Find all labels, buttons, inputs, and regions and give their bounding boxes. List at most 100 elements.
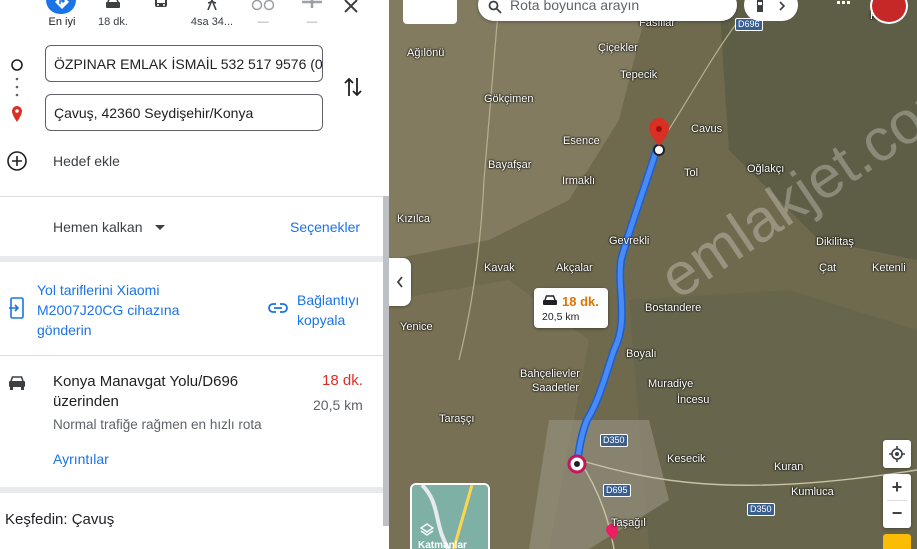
place-cat: Çat: [819, 262, 837, 274]
place-ketenli: Ketenli: [872, 262, 906, 274]
send-line-2: M2007J20CG cihazına: [37, 302, 180, 318]
send-to-phone-icon: [9, 297, 24, 319]
send-line-3: gönderin: [37, 322, 92, 338]
place-saadetler: Saadetler: [532, 382, 580, 394]
mode-best-label: En iyi: [48, 16, 76, 28]
search-icon: [488, 0, 502, 14]
divider: [0, 196, 389, 197]
car-icon: [543, 295, 557, 305]
place-boyali: Boyalı: [626, 348, 657, 360]
place-oglakci: Oğlakçı: [747, 163, 785, 175]
place-gevrekli: Gevrekli: [609, 235, 650, 247]
place-cicekler: Çiçekler: [598, 42, 638, 54]
travel-mode-bar: En iyi 18 dk. 4sa 34... — —: [0, 0, 389, 32]
car-icon: [9, 376, 25, 390]
zoom-controls: + −: [883, 474, 911, 528]
route-traffic-note: Normal trafiğe rağmen en hızlı rota: [53, 417, 262, 432]
divider: [0, 355, 383, 356]
mode-bicycle-label: —: [257, 16, 269, 28]
mode-car[interactable]: 18 dk.: [96, 0, 130, 28]
add-destination-icon[interactable]: [6, 150, 28, 172]
layers-button[interactable]: Katmanlar: [410, 483, 490, 549]
close-directions-button[interactable]: [343, 0, 359, 20]
layers-label: Katmanlar: [418, 540, 467, 549]
zoom-out-button[interactable]: −: [883, 501, 911, 527]
swap-icon[interactable]: [343, 76, 363, 98]
mode-flight[interactable]: —: [298, 0, 326, 28]
waypoint-connector-icon: [11, 59, 23, 122]
place-bahcelievler: Bahçelievler: [520, 368, 580, 380]
route-duration: 18 dk.: [322, 372, 363, 389]
apps-icon[interactable]: [837, 0, 851, 6]
road-d350: D350: [747, 503, 775, 516]
place-akcalar: Akçalar: [556, 262, 593, 274]
route-distance: 20,5 km: [313, 397, 363, 413]
collapse-panel-button[interactable]: [389, 258, 411, 306]
place-tol: Tol: [684, 167, 699, 179]
mode-walk-label: 4sa 34...: [190, 16, 234, 28]
close-icon: [344, 0, 358, 13]
pegman-street-view-button[interactable]: [883, 534, 911, 549]
bicycle-icon: [251, 0, 275, 11]
route-name: Konya Manavgat Yolu/D696: [53, 373, 239, 390]
place-agilonu: Ağılönü: [407, 47, 445, 59]
details-button[interactable]: Ayrıntılar: [53, 451, 109, 467]
place-esence: Esence: [563, 135, 600, 147]
place-kizilca: Kızılca: [397, 213, 431, 225]
chevron-left-icon: [396, 276, 403, 288]
my-location-button[interactable]: [883, 440, 911, 468]
best-route-icon: [55, 0, 69, 9]
mode-best[interactable]: En iyi: [45, 0, 79, 28]
place-kumluca: Kumluca: [791, 486, 834, 498]
car-icon: [106, 0, 120, 8]
search-along-route-input[interactable]: Rota boyunca arayın: [478, 0, 737, 21]
send-to-phone-link[interactable]: Yol tariflerini Xiaomi M2007J20CG cihazı…: [37, 280, 207, 340]
copy-link-button[interactable]: Bağlantıyı kopyala: [297, 290, 367, 330]
route-option[interactable]: Konya Manavgat Yolu/D696 üzerinden: [53, 372, 283, 412]
route-callout[interactable]: 18 dk. 20,5 km: [534, 288, 608, 328]
mode-bicycle[interactable]: —: [248, 0, 278, 28]
copy-line-2: kopyala: [297, 312, 346, 328]
mode-walk[interactable]: 4sa 34...: [191, 0, 233, 28]
add-destination-button[interactable]: Hedef ekle: [53, 153, 120, 169]
zoom-in-button[interactable]: +: [883, 474, 911, 500]
gas-station-icon: [757, 0, 763, 12]
road-d350: D350: [600, 434, 628, 447]
origin-input[interactable]: ÖZPINAR EMLAK İSMAİL 532 517 9576 (0: [45, 45, 323, 82]
place-irmakli: Irmaklı: [562, 175, 595, 187]
gas-stations-button[interactable]: [744, 0, 798, 21]
walk-icon: [207, 0, 217, 11]
section-divider: [0, 487, 383, 493]
flight-icon: [302, 0, 322, 8]
callout-duration: 18 dk.: [562, 294, 599, 309]
directions-panel: En iyi 18 dk. 4sa 34... — — ÖZPINAR EMLA…: [0, 0, 389, 549]
options-button[interactable]: Seçenekler: [290, 219, 360, 235]
place-tepecik: Tepecik: [620, 69, 658, 81]
mode-car-label: 18 dk.: [98, 16, 128, 28]
place-gokcimen: Gökçimen: [484, 93, 534, 105]
place-kesecik: Kesecik: [667, 453, 706, 465]
depart-time-selector[interactable]: Hemen kalkan: [53, 219, 143, 235]
section-divider: [0, 256, 383, 262]
mode-flight-label: —: [306, 16, 318, 28]
copy-line-1: Bağlantıyı: [297, 292, 360, 308]
place-kavak: Kavak: [484, 262, 515, 274]
chevron-down-icon: [155, 225, 165, 230]
satellite-terrain: [389, 0, 917, 549]
place-dikilitas: Dikilitaş: [816, 236, 854, 248]
callout-distance: 20,5 km: [542, 311, 580, 323]
destination-input[interactable]: Çavuş, 42360 Seydişehir/Konya: [45, 94, 323, 131]
chevron-right-icon: [779, 1, 786, 11]
send-line-1: Yol tariflerini Xiaomi: [37, 282, 160, 298]
place-bostandere: Bostandere: [645, 302, 702, 314]
map-view[interactable]: emlakjet.com Fasıllar D696 Kozlu Ağılönü…: [389, 0, 917, 549]
route-via: üzerinden: [53, 393, 119, 410]
mode-transit[interactable]: [146, 0, 176, 16]
explore-heading: Keşfedin: Çavuş: [5, 511, 115, 528]
map-menu-button[interactable]: [403, 0, 457, 24]
place-incesu: İncesu: [677, 394, 710, 406]
place-bayafsar: Bayafşar: [488, 159, 532, 171]
transit-icon: [155, 0, 167, 7]
place-muradiye: Muradiye: [648, 378, 694, 390]
link-icon: [268, 303, 288, 313]
